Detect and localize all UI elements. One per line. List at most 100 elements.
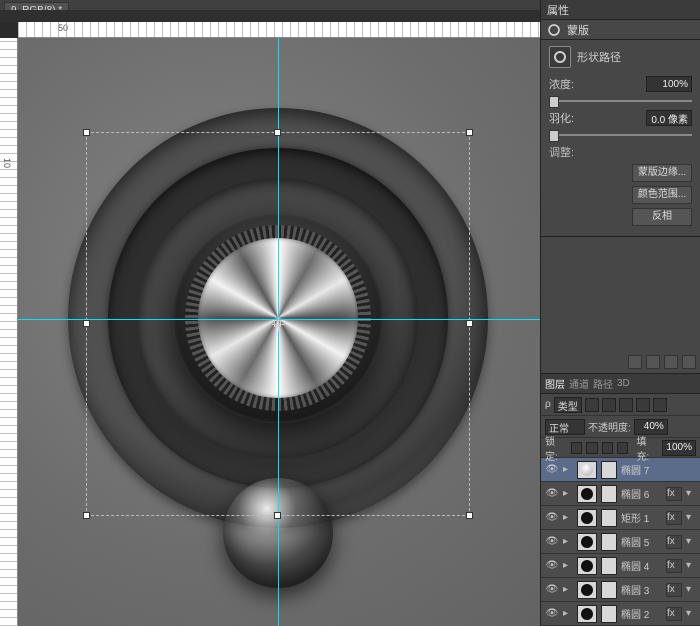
layer-row[interactable]: 👁 ▸ 椭圆 3 fx ▾: [541, 578, 700, 602]
layer-name[interactable]: 椭圆 2: [621, 606, 649, 621]
expand-arrow-icon[interactable]: ▸: [563, 608, 573, 619]
transform-handle-r[interactable]: [466, 320, 473, 327]
layer-thumbnail[interactable]: [577, 461, 597, 479]
expand-arrow-icon[interactable]: ▸: [563, 464, 573, 475]
expand-arrow-icon[interactable]: ▸: [563, 512, 573, 523]
fx-expand-icon[interactable]: ▾: [686, 560, 696, 571]
layer-thumbnail[interactable]: [577, 557, 597, 575]
filter-kind-select[interactable]: 类型: [554, 397, 582, 413]
visibility-eye-icon[interactable]: 👁: [545, 583, 559, 597]
load-selection-icon[interactable]: [628, 355, 642, 369]
layer-thumbnail[interactable]: [577, 509, 597, 527]
ruler-vertical[interactable]: 10: [0, 38, 18, 626]
visibility-eye-icon[interactable]: 👁: [545, 463, 559, 477]
fx-badge[interactable]: fx: [666, 607, 682, 621]
fx-expand-icon[interactable]: ▾: [686, 512, 696, 523]
filter-adjust-icon[interactable]: [602, 398, 616, 412]
color-range-button[interactable]: 颜色范围...: [632, 186, 692, 204]
feather-input[interactable]: [646, 110, 692, 126]
layer-thumbnail[interactable]: [577, 605, 597, 623]
lock-position-icon[interactable]: [602, 442, 613, 454]
expand-arrow-icon[interactable]: ▸: [563, 584, 573, 595]
mask-thumbnail[interactable]: [601, 485, 617, 503]
filter-pixel-icon[interactable]: [585, 398, 599, 412]
transform-bounding-box[interactable]: [86, 132, 470, 516]
layer-thumbnail[interactable]: [577, 533, 597, 551]
fx-expand-icon[interactable]: ▾: [686, 488, 696, 499]
tab-3d[interactable]: 3D: [617, 378, 630, 389]
shape-path-icon[interactable]: [549, 46, 571, 68]
visibility-eye-icon[interactable]: 👁: [545, 535, 559, 549]
properties-tab[interactable]: 属性: [541, 0, 700, 20]
mask-thumbnail[interactable]: [601, 581, 617, 599]
lock-transparency-icon[interactable]: [571, 442, 582, 454]
layer-name[interactable]: 椭圆 4: [621, 558, 649, 573]
density-slider[interactable]: [549, 100, 692, 102]
expand-arrow-icon[interactable]: ▸: [563, 536, 573, 547]
transform-handle-bl[interactable]: [83, 512, 90, 519]
layer-thumbnail[interactable]: [577, 581, 597, 599]
layer-name[interactable]: 矩形 1: [621, 510, 649, 525]
feather-slider[interactable]: [549, 134, 692, 136]
visibility-eye-icon[interactable]: 👁: [545, 487, 559, 501]
fx-expand-icon[interactable]: ▾: [686, 584, 696, 595]
layer-name[interactable]: 椭圆 7: [621, 462, 649, 477]
tab-layers[interactable]: 图层: [545, 376, 565, 391]
mask-thumbnail[interactable]: [601, 461, 617, 479]
layer-row[interactable]: 👁 ▸ 矩形 1 fx ▾: [541, 506, 700, 530]
transform-handle-tl[interactable]: [83, 129, 90, 136]
visibility-eye-icon[interactable]: 👁: [545, 511, 559, 525]
density-label: 浓度:: [549, 76, 574, 92]
fx-expand-icon[interactable]: ▾: [686, 536, 696, 547]
layer-row[interactable]: 👁 ▸ 椭圆 2 fx ▾: [541, 602, 700, 626]
delete-mask-icon[interactable]: [682, 355, 696, 369]
fx-badge[interactable]: fx: [666, 511, 682, 525]
transform-handle-t[interactable]: [274, 129, 281, 136]
layer-name[interactable]: 椭圆 5: [621, 534, 649, 549]
transform-handle-l[interactable]: [83, 320, 90, 327]
shape-path-row: 形状路径: [549, 46, 692, 68]
density-input[interactable]: [646, 76, 692, 92]
layers-tabs[interactable]: 图层 通道 路径 3D: [541, 374, 700, 394]
mask-thumbnail[interactable]: [601, 533, 617, 551]
tab-channels[interactable]: 通道: [569, 376, 589, 391]
tab-paths[interactable]: 路径: [593, 376, 613, 391]
properties-subtab[interactable]: 蒙版: [541, 20, 700, 40]
transform-handle-tr[interactable]: [466, 129, 473, 136]
expand-arrow-icon[interactable]: ▸: [563, 560, 573, 571]
filter-smart-icon[interactable]: [653, 398, 667, 412]
fx-badge[interactable]: fx: [666, 535, 682, 549]
layers-panel: 图层 通道 路径 3D ρ 类型 正常 不透明度: 锁定: 填充:: [541, 374, 700, 626]
lock-pixels-icon[interactable]: [586, 442, 597, 454]
transform-handle-br[interactable]: [466, 512, 473, 519]
fx-expand-icon[interactable]: ▾: [686, 608, 696, 619]
fx-badge[interactable]: fx: [666, 583, 682, 597]
layer-name[interactable]: 椭圆 6: [621, 486, 649, 501]
mask-edge-button[interactable]: 蒙版边缘...: [632, 164, 692, 182]
layer-row[interactable]: 👁 ▸ 椭圆 5 fx ▾: [541, 530, 700, 554]
apply-mask-icon[interactable]: [646, 355, 660, 369]
mask-thumbnail[interactable]: [601, 509, 617, 527]
disable-mask-icon[interactable]: [664, 355, 678, 369]
layer-thumbnail[interactable]: [577, 485, 597, 503]
document-canvas[interactable]: [18, 38, 540, 626]
fx-badge[interactable]: fx: [666, 559, 682, 573]
invert-button[interactable]: 反相: [632, 208, 692, 226]
filter-shape-icon[interactable]: [636, 398, 650, 412]
fx-badge[interactable]: fx: [666, 487, 682, 501]
filter-type-icon[interactable]: [619, 398, 633, 412]
layer-row[interactable]: 👁 ▸ 椭圆 4 fx ▾: [541, 554, 700, 578]
mask-thumbnail[interactable]: [601, 605, 617, 623]
visibility-eye-icon[interactable]: 👁: [545, 559, 559, 573]
transform-center[interactable]: [274, 320, 281, 327]
expand-arrow-icon[interactable]: ▸: [563, 488, 573, 499]
ruler-horizontal[interactable]: 50: [18, 22, 540, 38]
lock-all-icon[interactable]: [617, 442, 628, 454]
layer-name[interactable]: 椭圆 3: [621, 582, 649, 597]
kind-prefix-icon: ρ: [545, 399, 551, 410]
mask-thumbnail[interactable]: [601, 557, 617, 575]
fill-input[interactable]: [662, 440, 696, 456]
layer-row[interactable]: 👁 ▸ 椭圆 6 fx ▾: [541, 482, 700, 506]
transform-handle-b[interactable]: [274, 512, 281, 519]
visibility-eye-icon[interactable]: 👁: [545, 607, 559, 621]
